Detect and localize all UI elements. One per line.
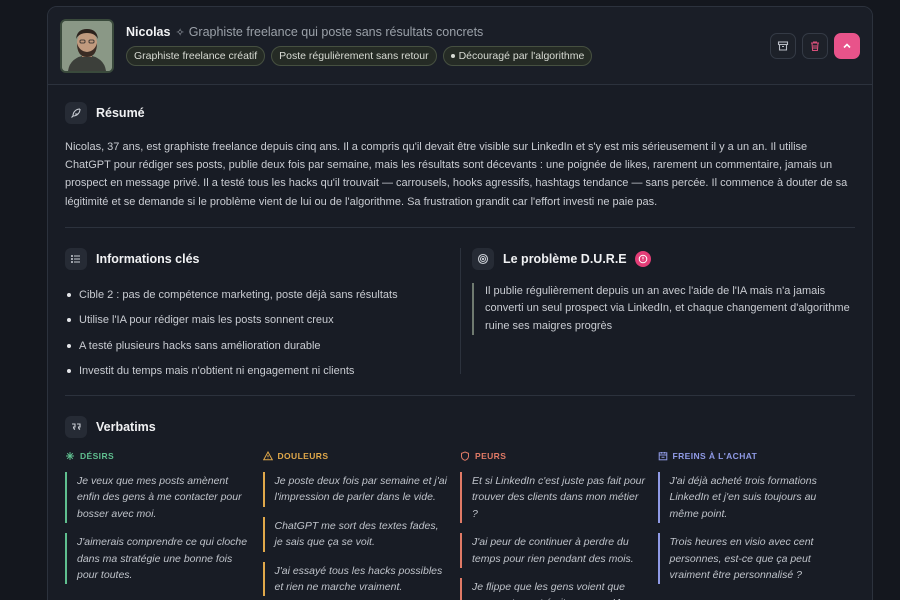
feather-icon bbox=[65, 102, 87, 124]
verbatim-quote: Trois heures en visio avec cent personne… bbox=[657, 533, 844, 585]
warning-icon bbox=[262, 451, 273, 461]
problem-section: Le problème D.U.R.E Il publie régulièrem… bbox=[472, 248, 852, 336]
verbatim-columns: DÉSIRS Je veux que mes posts amènent enf… bbox=[65, 450, 855, 600]
verbatim-quote: ChatGPT me sort des textes fades, je sai… bbox=[262, 516, 449, 552]
alert-icon bbox=[634, 251, 651, 267]
collapse-button[interactable] bbox=[834, 32, 860, 59]
verbatim-quote: Je veux que mes posts amènent enfin des … bbox=[65, 472, 251, 524]
tag: Poste régulièrement sans retour bbox=[271, 46, 437, 66]
verbatim-quote: Et si LinkedIn c'est juste pas fait pour… bbox=[460, 472, 646, 524]
section-title: Informations clés bbox=[96, 252, 200, 266]
column-label: PEURS bbox=[475, 451, 507, 461]
list-item: Investit du temps mais n'obtient ni enga… bbox=[65, 359, 460, 385]
chevron-up-icon bbox=[843, 42, 851, 48]
sparkle-icon bbox=[65, 451, 75, 461]
column-label: FREINS À L'ACHAT bbox=[672, 451, 758, 461]
list-icon bbox=[65, 248, 87, 270]
quote-icon bbox=[65, 416, 87, 438]
key-info-list: Cible 2 : pas de compétence marketing, p… bbox=[65, 282, 460, 384]
trash-icon bbox=[811, 40, 819, 51]
section-title: Le problème D.U.R.E bbox=[503, 252, 627, 266]
column-label: DÉSIRS bbox=[80, 451, 115, 461]
list-item: A testé plusieurs hacks sans amélioratio… bbox=[65, 333, 460, 359]
info-problem-row: Informations clés Cible 2 : pas de compé… bbox=[65, 228, 855, 396]
archive-icon bbox=[777, 40, 789, 51]
summary-text: Nicolas, 37 ans, est graphiste freelance… bbox=[65, 141, 848, 208]
problem-text: Il publie régulièrement depuis un an ave… bbox=[472, 283, 852, 336]
verbatim-quote: Je flippe que les gens voient que mes po… bbox=[460, 578, 646, 600]
persona-card: Nicolas ✧ Graphiste freelance qui poste … bbox=[47, 6, 873, 600]
summary-section: Résumé Nicolas, 37 ans, est graphiste fr… bbox=[65, 85, 855, 228]
verbatim-quote: Je poste deux fois par semaine et j'ai l… bbox=[262, 472, 449, 507]
tag-label: Découragé par l'algorithme bbox=[458, 50, 585, 62]
tag: Découragé par l'algorithme bbox=[442, 46, 593, 66]
persona-header: Nicolas ✧ Graphiste freelance qui poste … bbox=[48, 7, 872, 85]
sparkle-icon: ✧ bbox=[175, 26, 185, 39]
divider bbox=[460, 248, 461, 374]
verbatim-quote: J'ai déjà acheté trois formations Linked… bbox=[657, 472, 844, 524]
key-info-section: Informations clés Cible 2 : pas de compé… bbox=[65, 248, 460, 384]
verbatim-column-desires: DÉSIRS Je veux que mes posts amènent enf… bbox=[65, 450, 263, 600]
dot-icon bbox=[450, 54, 455, 58]
verbatim-column-fears: PEURS Et si LinkedIn c'est juste pas fai… bbox=[460, 450, 658, 600]
column-label: DOULEURS bbox=[277, 451, 329, 461]
verbatim-column-pains: DOULEURS Je poste deux fois par semaine … bbox=[262, 450, 461, 600]
tag-list: Graphiste freelance créatif Poste réguli… bbox=[126, 46, 593, 66]
verbatim-quote: J'ai essayé tous les hacks possibles et … bbox=[262, 561, 449, 597]
verbatims-section: Verbatims DÉSIRS Je veux que mes posts a… bbox=[65, 396, 855, 600]
verbatim-quote: J'ai peur de continuer à perdre du temps… bbox=[460, 533, 646, 569]
avatar bbox=[60, 18, 114, 73]
archive-button[interactable] bbox=[770, 32, 796, 59]
target-icon bbox=[472, 248, 494, 270]
tag: Graphiste freelance créatif bbox=[126, 46, 266, 66]
calendar-icon bbox=[658, 451, 668, 461]
list-item: Utilise l'IA pour rédiger mais les posts… bbox=[65, 308, 460, 334]
section-title: Verbatims bbox=[96, 420, 156, 434]
verbatim-column-barriers: FREINS À L'ACHAT J'ai déjà acheté trois … bbox=[657, 450, 856, 600]
shield-icon bbox=[460, 451, 470, 461]
persona-name: Nicolas bbox=[126, 25, 171, 39]
delete-button[interactable] bbox=[802, 32, 828, 59]
verbatim-quote: J'aimerais comprendre ce qui cloche dans… bbox=[65, 533, 251, 585]
list-item: Cible 2 : pas de compétence marketing, p… bbox=[65, 282, 460, 308]
persona-subtitle: Graphiste freelance qui poste sans résul… bbox=[188, 25, 484, 39]
section-title: Résumé bbox=[96, 106, 145, 120]
